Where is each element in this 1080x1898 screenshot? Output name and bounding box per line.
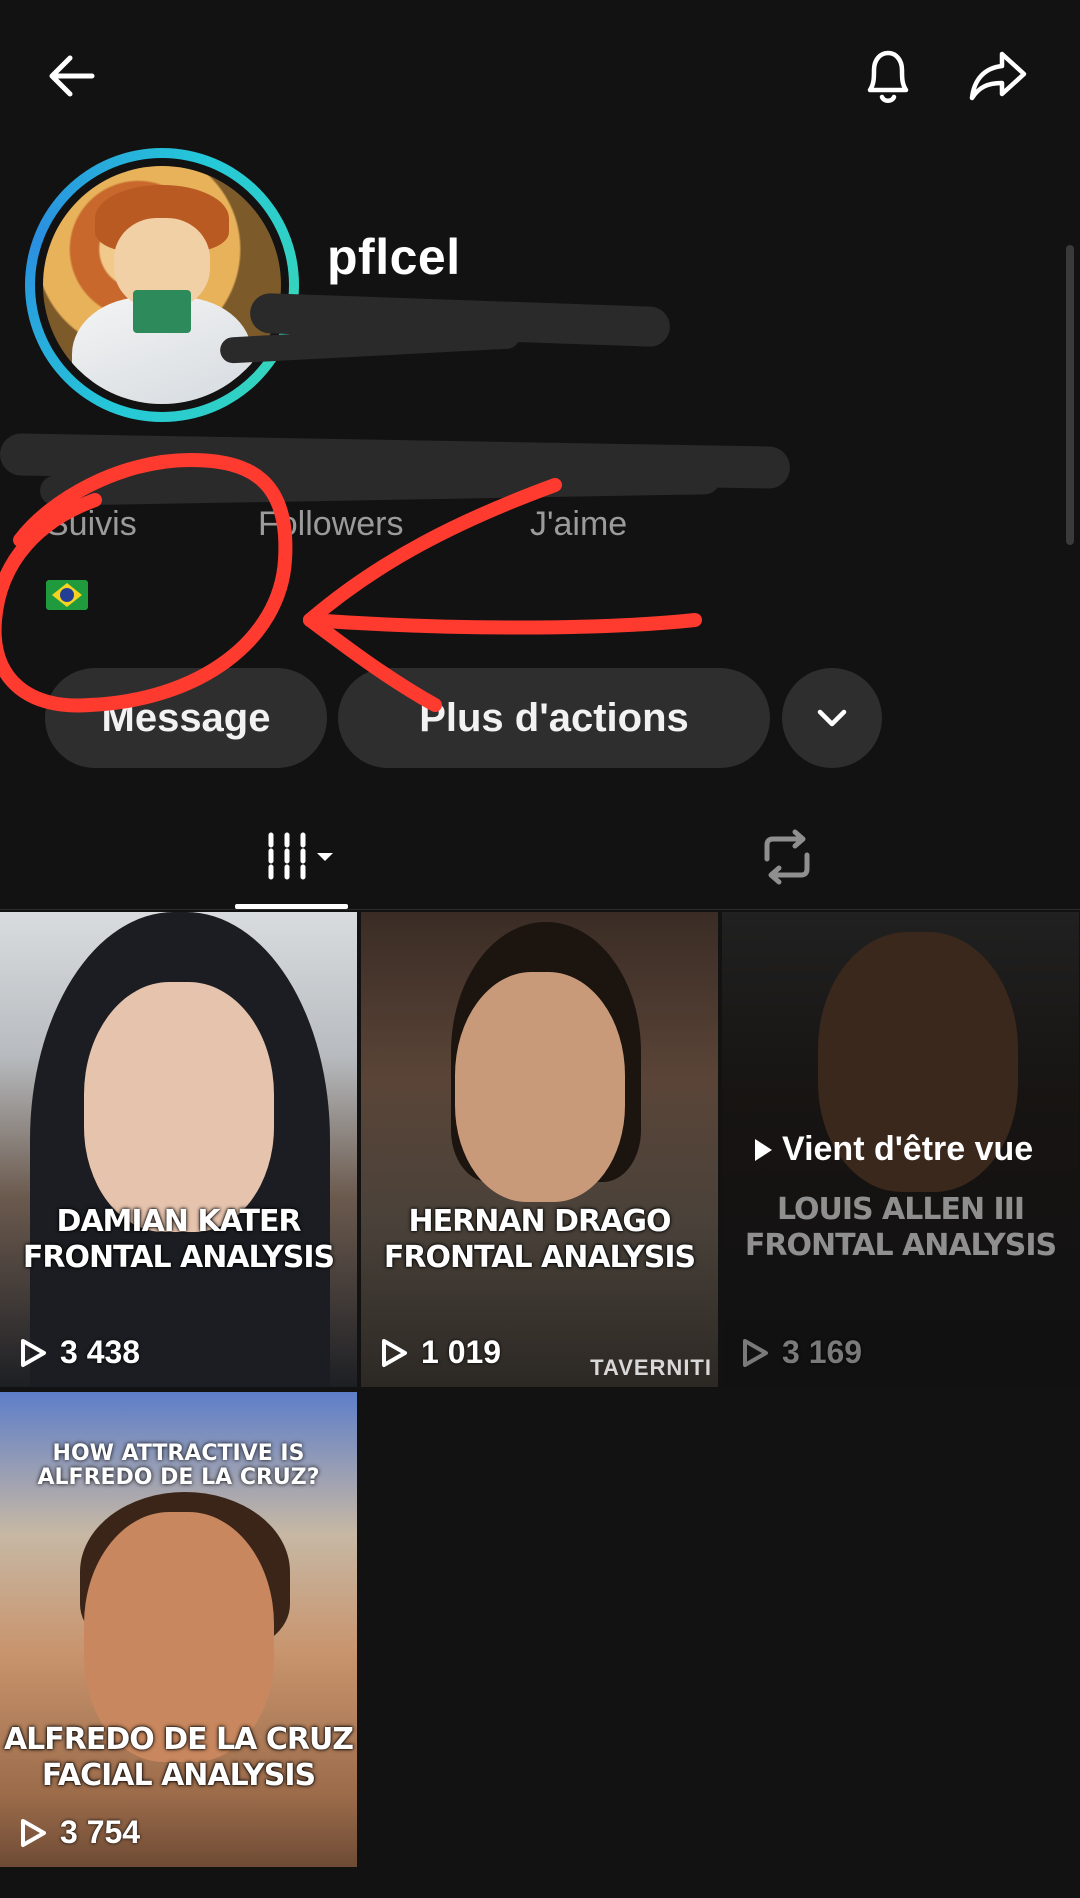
scrollbar[interactable] bbox=[1066, 245, 1074, 545]
chevron-down-icon[interactable] bbox=[782, 668, 882, 768]
views-count: 3 169 bbox=[740, 1334, 862, 1371]
video-title: ALFREDO DE LA CRUZ FACIAL ANALYSIS bbox=[3, 1722, 354, 1793]
following-label[interactable]: Suivis bbox=[46, 505, 137, 544]
video-title: LOUIS ALLEN III FRONTAL ANALYSIS bbox=[744, 1192, 1057, 1263]
profile-username: pflcel bbox=[327, 229, 461, 285]
profile-stats: Suivis Followers J'aime bbox=[0, 505, 1080, 555]
bell-icon[interactable] bbox=[856, 44, 920, 108]
active-tab-indicator bbox=[235, 904, 348, 909]
video-tile[interactable]: HERNAN DRAGO FRONTAL ANALYSIS TAVERNITI … bbox=[361, 912, 718, 1387]
just-watched-badge: Vient d'être vue bbox=[752, 1130, 1033, 1169]
video-title: HERNAN DRAGO FRONTAL ANALYSIS bbox=[383, 1204, 696, 1275]
top-bar bbox=[0, 0, 1080, 150]
video-tile[interactable]: DAMIAN KATER FRONTAL ANALYSIS 3 438 bbox=[0, 912, 357, 1387]
content-tabs bbox=[0, 800, 1080, 910]
video-watermark: TAVERNITI bbox=[590, 1355, 712, 1380]
views-count: 3 438 bbox=[18, 1334, 140, 1371]
video-title: DAMIAN KATER FRONTAL ANALYSIS bbox=[22, 1204, 335, 1275]
views-count: 3 754 bbox=[18, 1814, 140, 1851]
share-arrow-icon[interactable] bbox=[966, 44, 1030, 108]
message-button[interactable]: Message bbox=[45, 668, 327, 768]
brazil-flag-icon bbox=[46, 580, 88, 610]
arrow-left-icon[interactable] bbox=[40, 44, 104, 108]
likes-label: J'aime bbox=[530, 505, 628, 543]
views-count: 1 019 bbox=[379, 1334, 501, 1371]
video-tile[interactable]: Vient d'être vue LOUIS ALLEN III FRONTAL… bbox=[722, 912, 1079, 1387]
video-tile[interactable]: HOW ATTRACTIVE IS ALFREDO DE LA CRUZ? AL… bbox=[0, 1392, 357, 1867]
grid-icon[interactable] bbox=[256, 822, 346, 892]
video-subtitle: HOW ATTRACTIVE IS ALFREDO DE LA CRUZ? bbox=[37, 1441, 320, 1490]
repost-icon[interactable] bbox=[742, 822, 832, 892]
more-actions-button[interactable]: Plus d'actions bbox=[338, 668, 770, 768]
followers-label[interactable]: Followers bbox=[258, 505, 403, 544]
avatar[interactable] bbox=[25, 148, 299, 422]
